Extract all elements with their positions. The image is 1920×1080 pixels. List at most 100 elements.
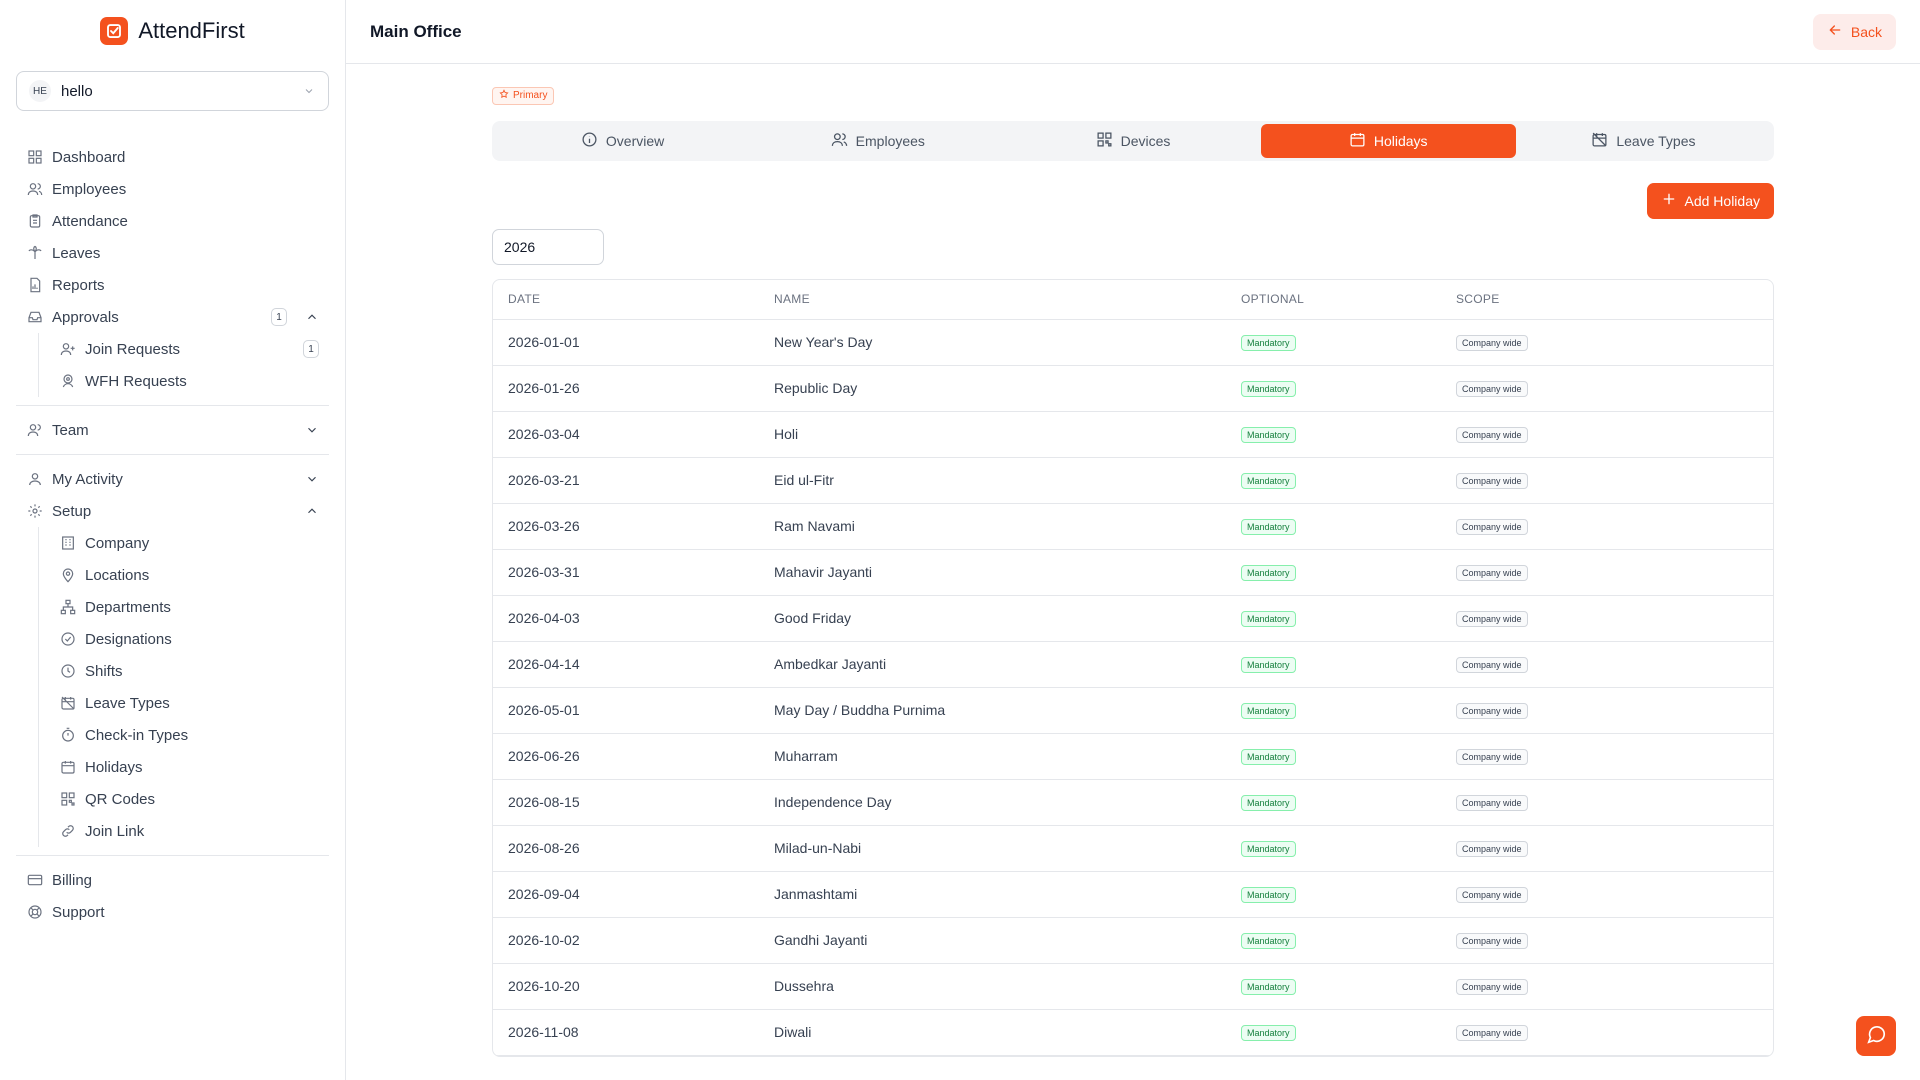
table-row[interactable]: 2026-10-02 Gandhi Jayanti Mandatory Company… <box>493 918 1773 964</box>
chevron-down-icon[interactable] <box>305 423 319 437</box>
chat-button[interactable] <box>1856 1016 1896 1056</box>
chevron-up-icon[interactable] <box>305 310 319 324</box>
table-row[interactable]: 2026-03-31 Mahavir Jayanti Mandatory Compan… <box>493 550 1773 596</box>
table-row[interactable]: 2026-04-14 Ambedkar Jayanti Mandatory Compa… <box>493 642 1773 688</box>
sidebar-item-label: Departments <box>85 598 171 616</box>
sidebar-item-setup[interactable]: Setup <box>16 495 329 527</box>
table-row[interactable]: 2026-03-04 Holi Mandatory Company wide <box>493 412 1773 458</box>
scope-badge: Company wide <box>1456 1025 1528 1041</box>
cell-date: 2026-01-01 <box>508 334 580 350</box>
sidebar-item-join-requests[interactable]: Join Requests 1 <box>51 333 329 365</box>
building-icon <box>59 534 77 552</box>
cell-scope: Company wide <box>1441 655 1773 673</box>
sidebar-item-billing[interactable]: Billing <box>16 864 329 896</box>
table-row[interactable]: 2026-05-01 May Day / Buddha Purnima Mandat… <box>493 688 1773 734</box>
cell-name: Milad-un-Nabi <box>774 840 862 856</box>
scope-badge: Company wide <box>1456 657 1528 673</box>
user-icon <box>26 470 44 488</box>
gear-icon <box>26 502 44 520</box>
back-button-label: Back <box>1850 23 1882 40</box>
sidebar-item-label: Team <box>52 421 89 439</box>
column-header-scope: SCOPE <box>1456 292 1500 306</box>
org-select[interactable]: HE hello <box>16 71 329 111</box>
sidebar-item-reports[interactable]: Reports <box>16 269 329 301</box>
sidebar-item-approvals[interactable]: Approvals 1 <box>16 301 329 333</box>
sidebar-item-departments[interactable]: Departments <box>51 591 329 623</box>
tab-leave-types[interactable]: Leave Types <box>1516 124 1771 158</box>
sidebar-item-support[interactable]: Support <box>16 896 329 928</box>
sidebar-item-team[interactable]: Team <box>16 414 329 446</box>
sidebar-nav: Dashboard Employees Attendance Leaves Re… <box>0 141 345 928</box>
sidebar-item-leave-types[interactable]: Leave Types <box>51 687 329 719</box>
table-row[interactable]: 2026-10-20 Dussehra Mandatory Company wide <box>493 964 1773 1010</box>
org-chart-icon <box>59 598 77 616</box>
table-row[interactable]: 2026-09-04 Janmashtami Mandatory Company wi… <box>493 872 1773 918</box>
sidebar-item-label: Setup <box>52 502 92 520</box>
cell-date: 2026-03-04 <box>508 426 580 442</box>
table-row[interactable]: 2026-01-01 New Year's Day Mandatory Company… <box>493 320 1773 366</box>
scope-badge: Company wide <box>1456 887 1528 903</box>
cell-date: 2026-05-01 <box>508 702 580 718</box>
qr-code-icon <box>59 790 77 808</box>
table-row[interactable]: 2026-08-26 Milad-un-Nabi Mandatory Company … <box>493 826 1773 872</box>
cell-scope: Company wide <box>1441 609 1773 627</box>
sidebar-item-employees[interactable]: Employees <box>16 173 329 205</box>
sidebar-item-leaves[interactable]: Leaves <box>16 237 329 269</box>
sidebar-item-check-in-types[interactable]: Check-in Types <box>51 719 329 751</box>
tab-label: Devices <box>1120 132 1171 149</box>
divider <box>16 454 329 455</box>
cell-optional: Mandatory <box>1226 1023 1441 1041</box>
chevron-down-icon[interactable] <box>305 472 319 486</box>
tab-label: Overview <box>605 132 665 149</box>
sidebar-item-label: Employees <box>52 180 127 198</box>
cell-optional: Mandatory <box>1226 609 1441 627</box>
timer-icon <box>59 726 77 744</box>
cell-name: Eid ul-Fitr <box>774 472 834 488</box>
cell-optional: Mandatory <box>1226 517 1441 535</box>
table-row[interactable]: 2026-03-26 Ram Navami Mandatory Company wid… <box>493 504 1773 550</box>
sidebar-item-join-link[interactable]: Join Link <box>51 815 329 847</box>
table-row[interactable]: 2026-06-26 Muharram Mandatory Company wide <box>493 734 1773 780</box>
cell-optional: Mandatory <box>1226 333 1441 351</box>
sidebar-item-designations[interactable]: Designations <box>51 623 329 655</box>
sidebar-item-shifts[interactable]: Shifts <box>51 655 329 687</box>
brand[interactable]: AttendFirst <box>0 0 345 62</box>
cell-name: New Year's Day <box>774 334 873 350</box>
scope-badge: Company wide <box>1456 335 1528 351</box>
sidebar-item-attendance[interactable]: Attendance <box>16 205 329 237</box>
table-row[interactable]: 2026-01-26 Republic Day Mandatory Company w… <box>493 366 1773 412</box>
table-row[interactable]: 2026-04-03 Good Friday Mandatory Company wi… <box>493 596 1773 642</box>
tab-holidays[interactable]: Holidays <box>1260 123 1516 158</box>
cell-date: 2026-08-15 <box>508 794 580 810</box>
back-button[interactable]: Back <box>1812 13 1896 50</box>
sidebar-item-holidays[interactable]: Holidays <box>51 751 329 783</box>
sidebar-item-label: Reports <box>52 276 105 294</box>
table-row[interactable]: 2026-11-08 Diwali Mandatory Company wide <box>493 1010 1773 1056</box>
chevron-up-icon[interactable] <box>305 504 319 518</box>
chevron-down-icon <box>302 84 316 98</box>
table-row[interactable]: 2026-08-15 Independence Day Mandatory Compa… <box>493 780 1773 826</box>
year-input[interactable] <box>492 228 604 265</box>
tab-overview[interactable]: Overview <box>495 124 750 158</box>
cell-date: 2026-03-31 <box>508 564 580 580</box>
sidebar-item-wfh-requests[interactable]: WFH Requests <box>51 365 329 397</box>
table-row[interactable]: 2026-03-21 Eid ul-Fitr Mandatory Company wi… <box>493 458 1773 504</box>
tab-devices[interactable]: Devices <box>1005 124 1260 158</box>
sidebar-item-my-activity[interactable]: My Activity <box>16 463 329 495</box>
sidebar-item-dashboard[interactable]: Dashboard <box>16 141 329 173</box>
sidebar-item-label: Dashboard <box>52 148 126 166</box>
cell-optional: Mandatory <box>1226 885 1441 903</box>
info-icon <box>581 131 598 151</box>
mandatory-badge: Mandatory <box>1241 887 1296 903</box>
credit-card-icon <box>26 871 44 889</box>
tab-employees[interactable]: Employees <box>750 124 1005 158</box>
sidebar: AttendFirst HE hello Dashboard Employees… <box>0 0 346 1080</box>
cell-scope: Company wide <box>1441 1023 1773 1041</box>
cell-scope: Company wide <box>1441 333 1773 351</box>
sidebar-item-company[interactable]: Company <box>51 527 329 559</box>
cell-scope: Company wide <box>1441 425 1773 443</box>
sidebar-item-qr-codes[interactable]: QR Codes <box>51 783 329 815</box>
add-holiday-button[interactable]: Add Holiday <box>1646 182 1774 219</box>
sidebar-item-locations[interactable]: Locations <box>51 559 329 591</box>
mandatory-badge: Mandatory <box>1241 473 1296 489</box>
